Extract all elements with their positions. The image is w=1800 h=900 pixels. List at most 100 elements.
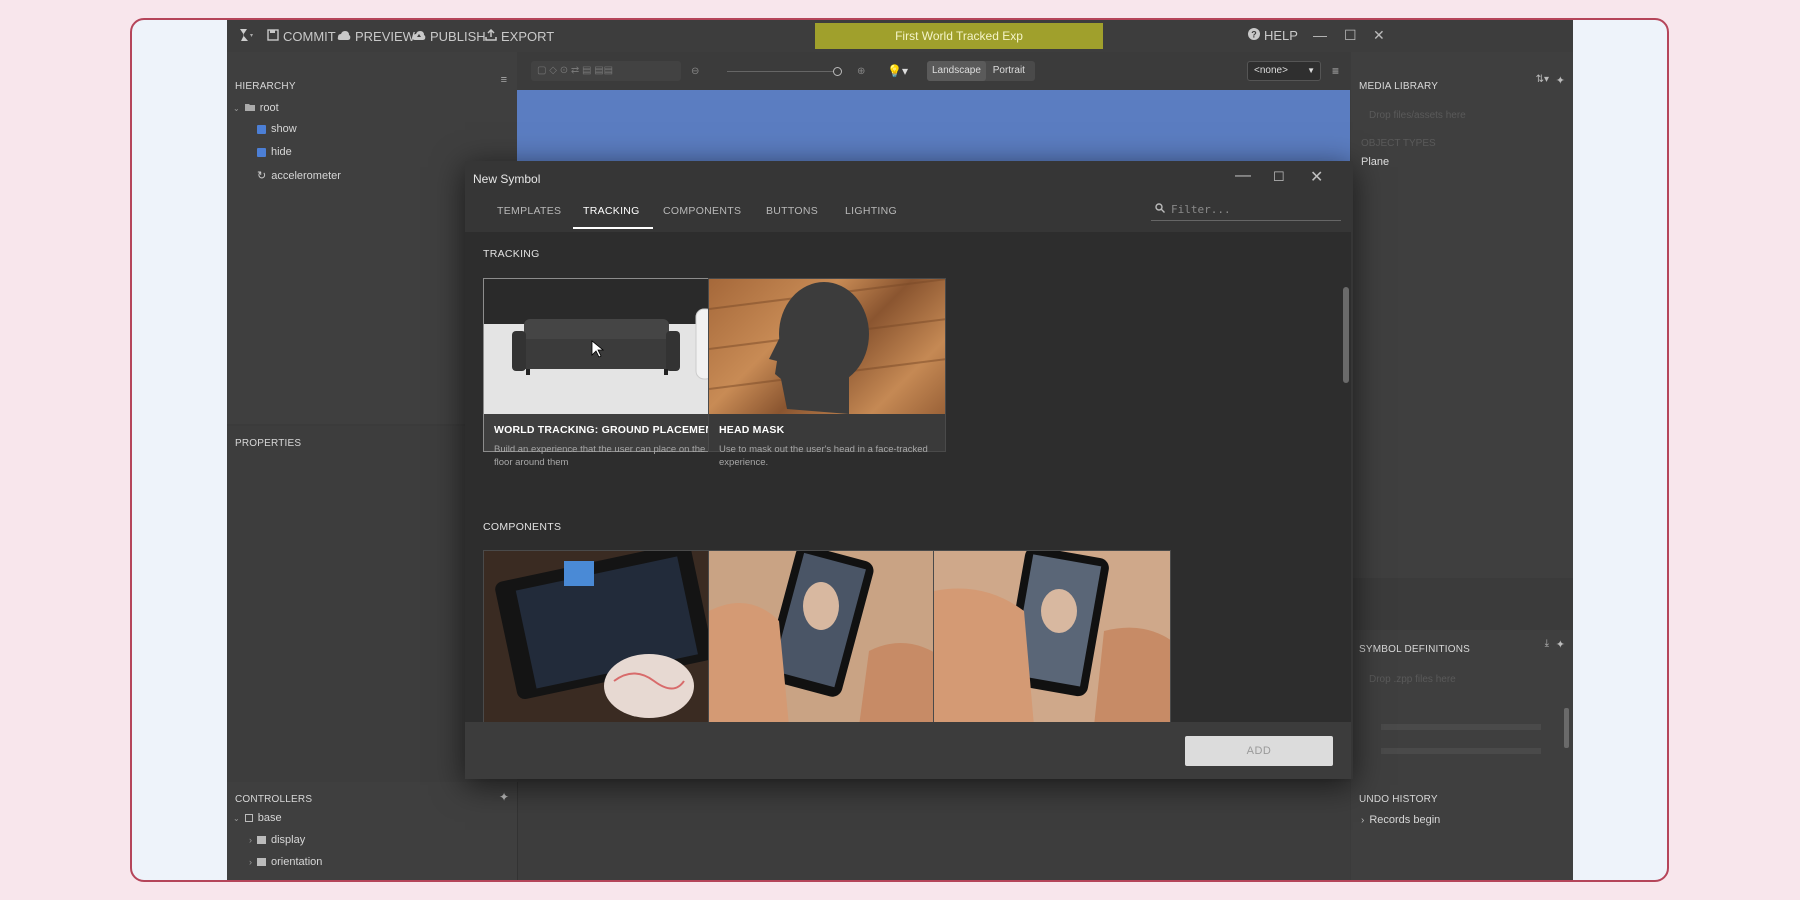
publish-button[interactable]: PUBLISH <box>412 29 486 44</box>
zoom-icon[interactable]: ⊖ <box>691 66 699 77</box>
add-icon[interactable]: ✦ <box>499 790 509 804</box>
tree-item-label: show <box>271 123 297 135</box>
tree-item-label: hide <box>271 146 292 158</box>
scrollbar[interactable] <box>1564 708 1569 748</box>
symbol-placeholder-row <box>1381 724 1541 730</box>
commit-label: COMMIT <box>283 29 336 44</box>
minimize-icon[interactable]: — <box>1313 27 1327 43</box>
zoom-in-icon[interactable]: ⊕ <box>857 66 865 77</box>
close-icon[interactable]: ✕ <box>1310 167 1323 187</box>
controllers-header: CONTROLLERS <box>235 794 313 805</box>
add-icon[interactable]: ✦ <box>1556 74 1565 87</box>
search-icon <box>1155 203 1165 216</box>
device-dropdown[interactable]: <none> ▼ <box>1247 61 1321 81</box>
preview-button[interactable]: PREVIEW <box>337 29 415 44</box>
folder-icon <box>244 102 255 114</box>
tab-buttons[interactable]: BUTTONS <box>766 205 818 217</box>
component-card[interactable] <box>933 550 1171 722</box>
add-button[interactable]: ADD <box>1185 736 1333 766</box>
help-label: HELP <box>1264 28 1298 43</box>
tab-templates[interactable]: TEMPLATES <box>497 205 561 217</box>
tab-components[interactable]: COMPONENTS <box>663 205 741 217</box>
menu-icon[interactable]: ≡ <box>501 74 507 86</box>
tree-item-accelerometer[interactable]: ↻ accelerometer <box>257 169 341 183</box>
tree-item-hide[interactable]: hide <box>257 146 292 158</box>
tree-item-show[interactable]: show <box>257 123 297 135</box>
app-logo-icon[interactable] <box>237 27 257 43</box>
phone-selfie-thumbnail <box>934 551 1170 722</box>
download-icon[interactable]: ⤓ <box>1545 638 1549 649</box>
filter-input[interactable]: Filter... <box>1151 199 1341 221</box>
tree-item-label: display <box>271 834 306 846</box>
portrait-button[interactable]: Portrait <box>989 61 1029 81</box>
viewport-toolbar: ▢ ◇ ⊙ ⇄ ▤ ▤▤ ⊖ ⊕ 💡▾ Landscape Portrait <… <box>517 52 1350 90</box>
add-icon[interactable]: ✦ <box>1556 638 1565 651</box>
zoom-slider-handle[interactable] <box>833 67 842 76</box>
hierarchy-header: HIERARCHY <box>235 81 296 92</box>
sort-icon[interactable]: ⇅▾ <box>1536 74 1549 85</box>
tree-item-orientation[interactable]: › orientation <box>249 856 322 868</box>
caret-down-icon: ▼ <box>1307 66 1315 75</box>
tree-item-display[interactable]: › display <box>249 834 305 846</box>
tree-item-label: base <box>257 812 282 824</box>
lightbulb-icon[interactable]: 💡▾ <box>887 64 908 78</box>
scrollbar[interactable] <box>1343 287 1349 383</box>
svg-text:?: ? <box>1251 30 1257 40</box>
tree-item-base[interactable]: ⌄ base <box>233 812 282 824</box>
undo-history-panel: UNDO HISTORY › Records begin <box>1351 782 1573 880</box>
help-button[interactable]: ? HELP <box>1248 28 1298 43</box>
media-library-header: MEDIA LIBRARY <box>1359 81 1439 92</box>
media-drop-hint: Drop files/assets here <box>1369 110 1466 121</box>
maximize-icon[interactable]: ☐ <box>1344 27 1357 44</box>
active-tab-indicator <box>573 227 653 229</box>
maximize-icon[interactable]: ☐ <box>1273 169 1285 185</box>
app-window: COMMIT PREVIEW PUBLISH EXPORT First Worl… <box>227 20 1573 880</box>
square-icon <box>244 814 253 822</box>
tab-tracking[interactable]: TRACKING <box>583 205 640 217</box>
export-button[interactable]: EXPORT <box>485 28 554 44</box>
card-world-tracking[interactable]: WORLD TRACKING: GROUND PLACEMENT Build a… <box>483 278 721 468</box>
dialog-footer: ADD <box>465 722 1351 779</box>
script-icon <box>257 147 266 157</box>
orientation-toggle: Landscape Portrait <box>927 61 1035 81</box>
menu-icon[interactable]: ≡ <box>1332 64 1339 78</box>
transform-tools[interactable]: ▢ ◇ ⊙ ⇄ ▤ ▤▤ <box>531 61 681 81</box>
component-card[interactable] <box>483 550 721 722</box>
zoom-slider-track[interactable] <box>727 71 833 72</box>
cloud-upload-icon <box>412 29 426 44</box>
object-types-header: OBJECT TYPES <box>1361 138 1436 149</box>
grid-icon <box>257 836 266 844</box>
component-card[interactable] <box>708 550 946 722</box>
media-library-panel: MEDIA LIBRARY ⇅▾ ✦ Drop files/assets her… <box>1351 52 1573 578</box>
object-type-plane[interactable]: Plane <box>1361 156 1389 168</box>
card-description: Use to mask out the user's head in a fac… <box>719 444 928 468</box>
cloud-icon <box>337 29 351 44</box>
device-dropdown-value: <none> <box>1254 65 1288 76</box>
project-title[interactable]: First World Tracked Exp <box>815 23 1103 49</box>
script-icon <box>257 124 266 134</box>
filter-placeholder: Filter... <box>1171 203 1231 216</box>
preview-label: PREVIEW <box>355 29 415 44</box>
top-toolbar: COMMIT PREVIEW PUBLISH EXPORT First Worl… <box>227 20 1573 52</box>
tab-lighting[interactable]: LIGHTING <box>845 205 897 217</box>
tree-item-label: orientation <box>271 856 323 868</box>
export-icon <box>485 28 497 44</box>
tree-item-label: accelerometer <box>271 169 341 182</box>
symbol-definitions-panel: SYMBOL DEFINITIONS ⤓ ✦ Drop .zpp files h… <box>1351 630 1573 782</box>
commit-button[interactable]: COMMIT <box>267 29 336 44</box>
card-head-mask[interactable]: HEAD MASK Use to mask out the user's hea… <box>708 278 946 468</box>
chevron-right-icon: › <box>249 835 252 845</box>
tree-item-label: root <box>259 102 279 114</box>
minimize-icon[interactable]: — <box>1235 167 1251 185</box>
symbol-drop-hint: Drop .zpp files here <box>1369 674 1456 685</box>
close-icon[interactable]: ✕ <box>1373 27 1385 44</box>
section-components-header: COMPONENTS <box>483 521 562 533</box>
landscape-button[interactable]: Landscape <box>927 61 986 81</box>
section-tracking-header: TRACKING <box>483 248 540 260</box>
head-mask-thumbnail <box>709 279 945 414</box>
grid-icon <box>257 858 266 866</box>
undo-history-item[interactable]: › Records begin <box>1361 814 1440 826</box>
timeline-area <box>517 782 1350 880</box>
tree-item-root[interactable]: ⌄ root <box>233 102 279 114</box>
card-title: WORLD TRACKING: GROUND PLACEMENT <box>494 424 720 436</box>
